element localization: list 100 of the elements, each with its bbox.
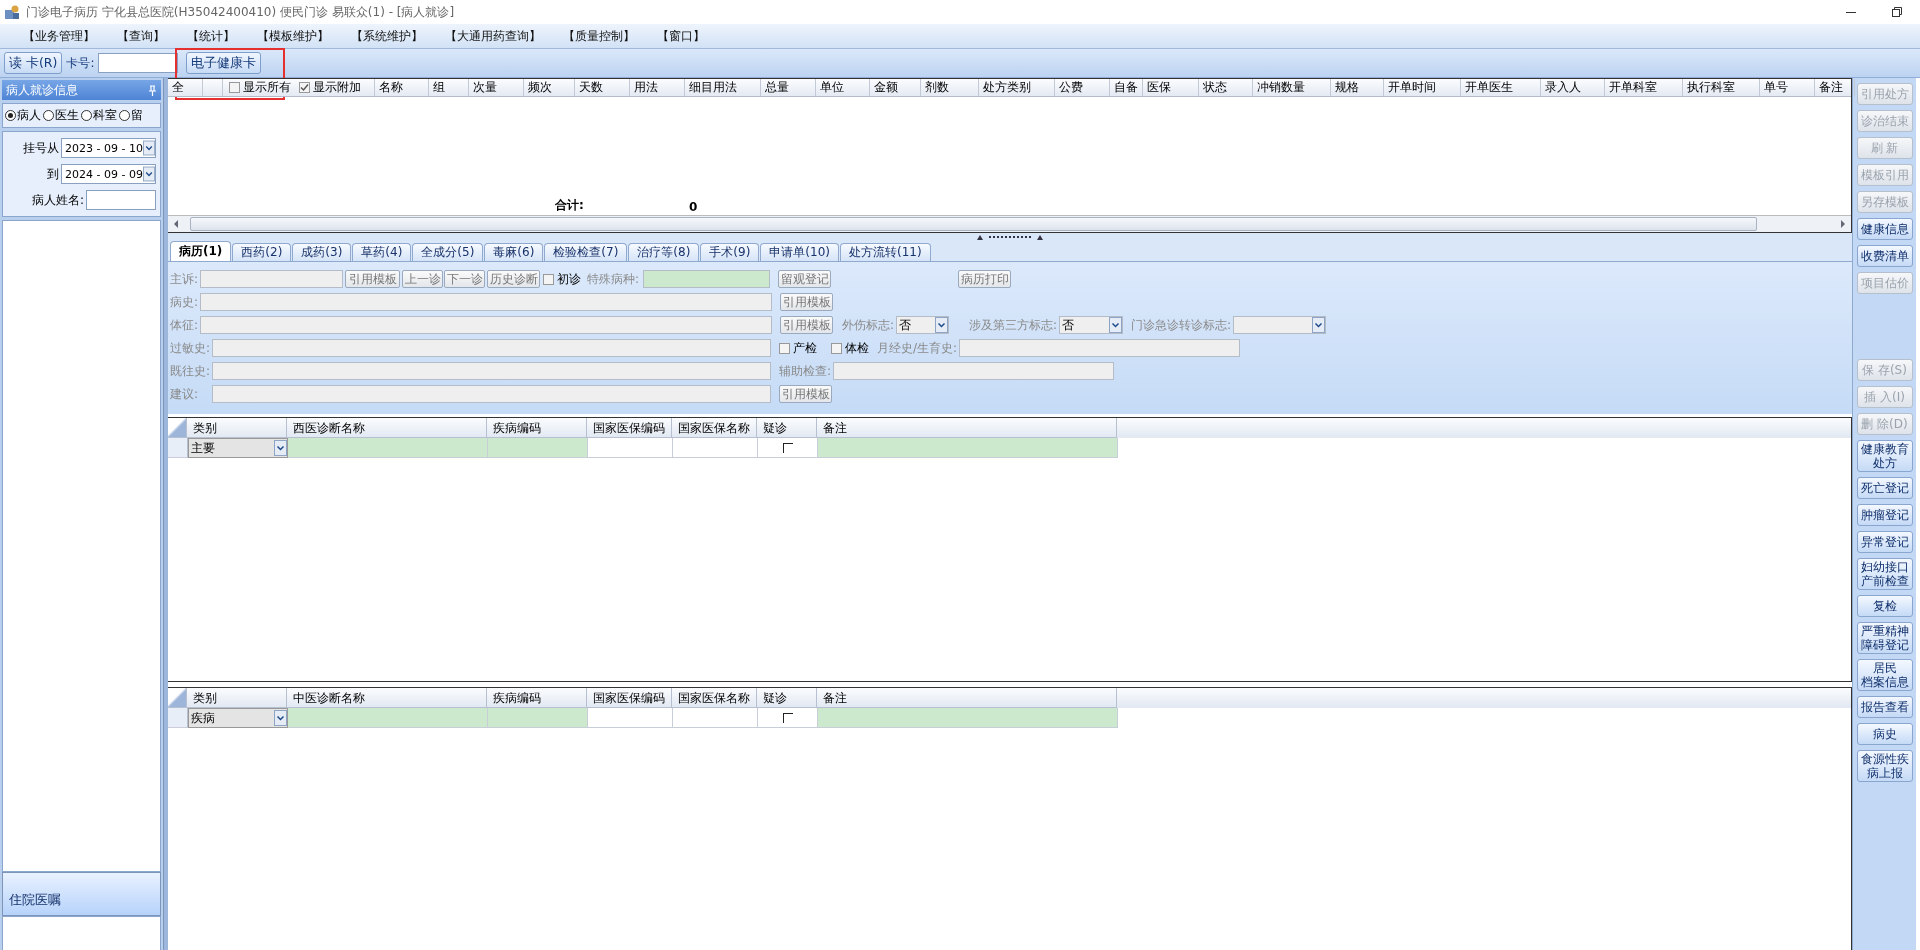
column-header[interactable]: 开单科室 xyxy=(1605,79,1683,96)
column-header[interactable]: 开单时间 xyxy=(1384,79,1461,96)
form-button[interactable]: 引用模板 xyxy=(779,385,832,403)
tab[interactable]: 治疗等(8) xyxy=(628,243,700,261)
dropdown-icon[interactable] xyxy=(1312,317,1326,333)
dropdown-icon[interactable] xyxy=(142,140,155,156)
tab[interactable]: 病历(1) xyxy=(170,241,232,261)
table-cell[interactable] xyxy=(758,708,818,728)
menu-item[interactable]: 【系统维护】 xyxy=(340,27,434,45)
table-cell[interactable] xyxy=(818,708,1118,728)
text-field[interactable] xyxy=(200,293,772,311)
side-button[interactable]: 复检 xyxy=(1856,595,1913,617)
category-select[interactable]: 主要 xyxy=(188,438,288,458)
table-cell[interactable] xyxy=(288,708,488,728)
date-field[interactable]: 2024 - 09 - 09 xyxy=(61,164,156,184)
form-button[interactable]: 上一诊 xyxy=(402,270,443,288)
column-header[interactable]: 天数 xyxy=(575,79,630,96)
column-header[interactable]: 全 xyxy=(168,79,203,96)
side-button[interactable]: 死亡登记 xyxy=(1856,477,1913,499)
column-header[interactable]: 规格 xyxy=(1331,79,1384,96)
select-all-corner[interactable] xyxy=(168,418,187,438)
menu-item[interactable]: 【质量控制】 xyxy=(552,27,646,45)
table-cell[interactable] xyxy=(818,438,1118,458)
pin-icon[interactable] xyxy=(148,84,157,96)
text-field[interactable] xyxy=(212,362,771,380)
dropdown-icon[interactable] xyxy=(1109,317,1123,333)
form-button[interactable]: 下一诊 xyxy=(444,270,485,288)
dropdown-icon[interactable] xyxy=(274,440,287,456)
form-button[interactable]: 留观登记 xyxy=(778,270,832,288)
tab[interactable]: 毒麻(6) xyxy=(484,243,544,261)
select-field[interactable] xyxy=(1233,316,1327,334)
column-header[interactable]: 处方类别 xyxy=(979,79,1055,96)
side-button[interactable]: 居民 档案信息 xyxy=(1856,659,1913,691)
table-cell[interactable] xyxy=(488,708,588,728)
show-all-checkbox[interactable]: 显示所有 xyxy=(229,79,291,96)
table-cell[interactable] xyxy=(588,708,673,728)
row-header[interactable] xyxy=(168,708,188,728)
side-button[interactable]: 收费清单 xyxy=(1856,245,1913,267)
column-header[interactable]: 金额 xyxy=(870,79,921,96)
column-header[interactable]: 组 xyxy=(429,79,469,96)
suspected-checkbox[interactable] xyxy=(782,442,793,453)
table-cell[interactable] xyxy=(288,438,488,458)
column-header[interactable]: 冲销数量 xyxy=(1253,79,1331,96)
table-cell[interactable] xyxy=(673,708,758,728)
tab[interactable]: 成药(3) xyxy=(292,243,352,261)
column-header[interactable]: 开单医生 xyxy=(1461,79,1541,96)
show-extra-checkbox[interactable]: 显示附加 xyxy=(299,79,361,96)
radio-option[interactable]: 科室 xyxy=(81,107,117,124)
health-card-button[interactable]: 电子健康卡 xyxy=(186,52,262,74)
form-button[interactable]: 病历打印 xyxy=(958,270,1012,288)
form-button[interactable]: 引用模板 xyxy=(780,316,833,334)
form-button[interactable]: 引用模板 xyxy=(780,293,833,311)
tab[interactable]: 检验检查(7) xyxy=(544,243,628,261)
tab[interactable]: 申请单(10) xyxy=(760,243,839,261)
menu-item[interactable]: 【大通用药查询】 xyxy=(434,27,552,45)
suspected-checkbox[interactable] xyxy=(782,712,793,723)
column-header[interactable]: 单号 xyxy=(1760,79,1815,96)
side-button[interactable]: 妇幼接口 产前检查 xyxy=(1856,558,1913,590)
text-field[interactable] xyxy=(212,385,771,403)
column-header[interactable]: 细目用法 xyxy=(685,79,761,96)
tab[interactable]: 处方流转(11) xyxy=(839,243,931,261)
form-checkbox[interactable]: 初诊 xyxy=(543,270,581,288)
column-header[interactable]: 频次 xyxy=(524,79,575,96)
tab[interactable]: 手术(9) xyxy=(700,243,760,261)
table-cell[interactable] xyxy=(673,438,758,458)
side-button[interactable]: 严重精神 障碍登记 xyxy=(1856,622,1913,654)
table-cell[interactable] xyxy=(758,438,818,458)
patient-name-field[interactable] xyxy=(86,190,156,210)
text-field[interactable] xyxy=(200,270,343,288)
form-checkbox[interactable]: 体检 xyxy=(831,339,869,357)
read-card-button[interactable]: 读 卡(R) xyxy=(4,52,63,74)
column-header[interactable]: 医保 xyxy=(1143,79,1199,96)
dropdown-icon[interactable] xyxy=(142,166,155,182)
radio-option[interactable]: 医生 xyxy=(43,107,79,124)
row-header[interactable] xyxy=(168,438,188,458)
menu-item[interactable]: 【窗口】 xyxy=(646,27,716,45)
side-button[interactable]: 健康教育 处方 xyxy=(1856,440,1913,472)
column-header[interactable]: 状态 xyxy=(1199,79,1253,96)
dropdown-icon[interactable] xyxy=(935,317,949,333)
side-button[interactable]: 健康信息 xyxy=(1856,218,1913,240)
column-header[interactable]: 执行科室 xyxy=(1683,79,1760,96)
tab[interactable]: 全成分(5) xyxy=(412,243,484,261)
side-button[interactable]: 病史 xyxy=(1856,723,1913,745)
dropdown-icon[interactable] xyxy=(274,710,287,726)
horizontal-scrollbar[interactable] xyxy=(168,215,1851,232)
text-field[interactable] xyxy=(212,339,771,357)
table-cell[interactable] xyxy=(588,438,673,458)
column-header[interactable]: 名称 xyxy=(375,79,429,96)
radio-option[interactable]: 病人 xyxy=(5,107,41,124)
column-header[interactable]: 自备 xyxy=(1110,79,1143,96)
text-field[interactable] xyxy=(959,339,1241,357)
category-select[interactable]: 疾病 xyxy=(188,708,288,728)
side-button[interactable]: 食源性疾 病上报 xyxy=(1856,750,1913,782)
text-field[interactable] xyxy=(833,362,1115,380)
card-number-field[interactable] xyxy=(98,53,179,73)
column-header[interactable]: 录入人 xyxy=(1541,79,1605,96)
menu-item[interactable]: 【模板维护】 xyxy=(246,27,340,45)
radio-option[interactable]: 留 xyxy=(119,107,143,124)
column-header[interactable]: 总量 xyxy=(761,79,816,96)
text-field[interactable] xyxy=(643,270,771,288)
